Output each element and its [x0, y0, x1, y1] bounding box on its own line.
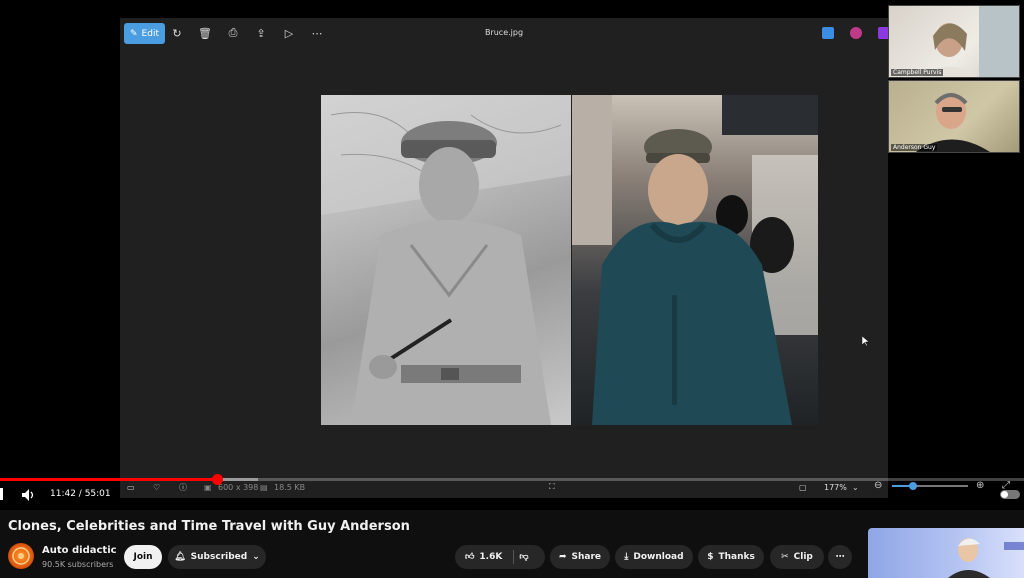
thanks-icon: $ [707, 552, 714, 562]
participant-video-2: Anderson Guy [888, 80, 1020, 153]
bell-icon: 🔔︎ [174, 552, 186, 562]
like-count[interactable]: 1.6K [479, 552, 502, 562]
join-label: Join [133, 552, 153, 562]
participant-name-2: Anderson Guy [891, 144, 938, 151]
video-player[interactable]: ✎ Edit ↻ 🗑 ⎙ ⇪ ▷ ⋯ Bruce.jpg Campbell Pu… [0, 0, 1024, 510]
participant-name-1: Campbell Purvis [891, 69, 944, 76]
photos-viewer: ✎ Edit ↻ 🗑 ⎙ ⇪ ▷ ⋯ Bruce.jpg [120, 18, 890, 498]
photo-right-man [572, 95, 818, 425]
autoplay-toggle[interactable] [1000, 490, 1020, 499]
volume-icon[interactable] [22, 489, 36, 501]
photo-left-general [321, 95, 571, 425]
app-icon-1[interactable] [822, 27, 834, 39]
clip-label: Clip [793, 552, 813, 562]
time-display: 11:42 / 55:01 [50, 489, 111, 499]
video-title: Clones, Celebrities and Time Travel with… [8, 519, 410, 534]
subscribed-button[interactable]: 🔔︎ Subscribed ⌄ [168, 545, 266, 569]
more-actions-button[interactable]: ⋯ [828, 545, 852, 569]
participant-video-1: Campbell Purvis [888, 5, 1020, 78]
download-button[interactable]: ⤓ Download [615, 545, 693, 569]
player-controls: 11:42 / 55:01 [0, 484, 1024, 506]
channel-avatar[interactable] [8, 543, 34, 569]
clip-button[interactable]: ✂ Clip [770, 545, 824, 569]
subscribed-label: Subscribed [190, 552, 248, 562]
chevron-down-icon: ⌄ [252, 552, 260, 562]
recommended-thumbnail[interactable] [868, 528, 1024, 578]
video-progress-bar[interactable] [0, 474, 1024, 485]
channel-name[interactable]: Auto didactic [42, 545, 117, 556]
download-icon: ⤓ [624, 552, 629, 562]
more-horizontal-icon: ⋯ [835, 552, 845, 562]
scissors-icon: ✂ [781, 552, 789, 562]
like-divider [513, 550, 515, 564]
join-button[interactable]: Join [124, 545, 162, 569]
played-bar [0, 478, 218, 481]
file-name: Bruce.jpg [484, 28, 524, 37]
mouse-cursor-icon [862, 336, 870, 346]
dislike-icon[interactable]: 👎︎ [519, 552, 528, 562]
like-icon[interactable]: 👍︎ [465, 552, 474, 562]
thanks-label: Thanks [718, 552, 755, 562]
like-dislike-group: 👍︎ 1.6K 👎︎ [455, 545, 545, 569]
photos-toolbar: ✎ Edit ↻ 🗑 ⎙ ⇪ ▷ ⋯ Bruce.jpg [120, 18, 890, 48]
subscriber-count: 90.5K subscribers [42, 560, 114, 569]
download-label: Download [633, 552, 684, 562]
next-icon[interactable] [0, 488, 3, 500]
share-arrow-icon: ➦ [558, 552, 567, 562]
app-icon-2[interactable] [850, 27, 862, 39]
thanks-button[interactable]: $ Thanks [698, 545, 764, 569]
share-button[interactable]: ➦ Share [550, 545, 610, 569]
share-label: Share [571, 552, 602, 562]
